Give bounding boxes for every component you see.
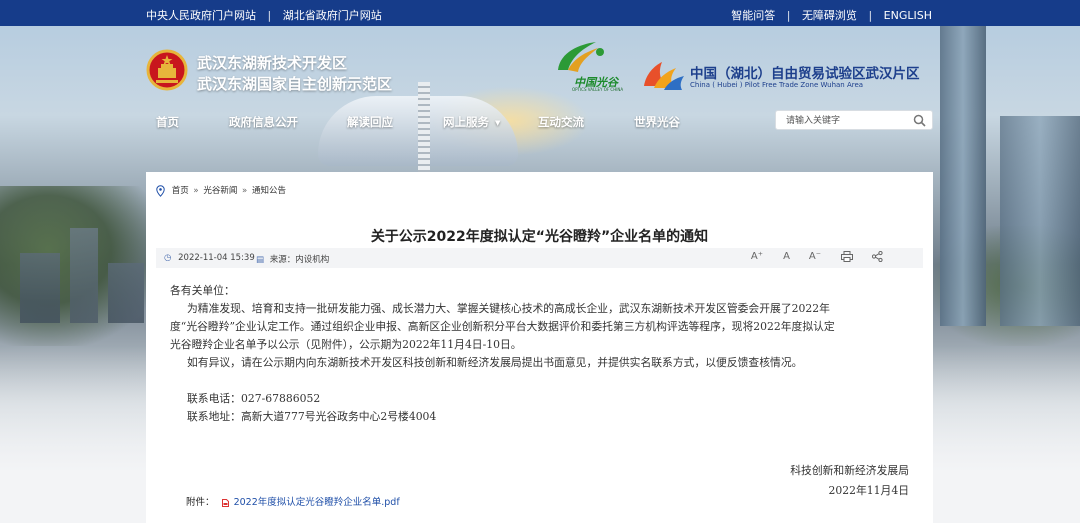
site-title[interactable]: 武汉东湖新技术开发区 武汉东湖国家自主创新示范区 xyxy=(197,53,392,95)
attachment-label: 附件： xyxy=(186,497,215,508)
article-title: 关于公示2022年度拟认定“光谷瞪羚”企业名单的通知 xyxy=(370,229,709,245)
article-source: ▤ 来源：内设机构 xyxy=(256,253,329,265)
article-body: 各有关单位： 为精准发现、培育和支持一批研发能力强、成长潜力大、掌握关键核心技术… xyxy=(170,282,910,426)
publish-date-value: 2022-11-04 15:39 xyxy=(178,253,255,263)
pdf-file-icon xyxy=(221,498,229,507)
paragraph-2: 如有异议，请在公示期内向东湖新技术开发区科技创新和新经济发展局提出书面意见，并提… xyxy=(187,356,803,369)
scenery-building xyxy=(20,253,60,323)
nav-item-online-service-label: 网上服务 xyxy=(443,115,489,129)
contact-address: 联系地址：高新大道777号光谷政务中心2号楼4004 xyxy=(187,410,437,423)
share-icon[interactable] xyxy=(871,250,883,265)
font-normal-button[interactable]: A xyxy=(783,251,790,262)
ftz-subtitle: China ( Hubei ) Pilot Free Trade Zone Wu… xyxy=(690,81,864,89)
print-icon[interactable] xyxy=(841,251,853,265)
paragraph-1-line-3: 光谷瞪羚企业名单予以公示（见附件），公示期为2022年11月4日-10日。 xyxy=(170,338,522,351)
nav-item-home[interactable]: 首页 xyxy=(156,114,179,130)
optics-valley-logo-en: OPTICS VALLEY OF CHINA xyxy=(572,87,624,92)
breadcrumb-news[interactable]: 光谷新闻 xyxy=(203,186,237,196)
breadcrumb-separator: » xyxy=(193,186,199,196)
sign-date: 2022年11月4日 xyxy=(828,484,909,497)
source-value: 内设机构 xyxy=(295,255,330,265)
top-links-right: 智能问答 | 无障碍浏览 | ENGLISH xyxy=(731,7,932,23)
nav-item-world-optics[interactable]: 世界光谷 xyxy=(634,114,680,130)
issuing-org: 科技创新和新经济发展局 xyxy=(790,464,909,477)
paragraph-1-line-1: 为精准发现、培育和支持一批研发能力强、成长潜力大、掌握关键核心技术的高成长企业，… xyxy=(187,302,830,315)
clock-icon: ◷ xyxy=(164,253,172,263)
nav-item-online-service[interactable]: 网上服务 ▼ xyxy=(443,114,500,130)
separator: | xyxy=(868,9,873,22)
article-meta-bar: ◷ 2022-11-04 15:39 ▤ 来源：内设机构 A⁺ A A⁻ xyxy=(156,248,923,268)
link-english[interactable]: ENGLISH xyxy=(884,9,932,22)
article-panel: 首页 » 光谷新闻 » 通知公告 关于公示2022年度拟认定“光谷瞪羚”企业名单… xyxy=(146,172,933,523)
caret-down-icon: ▼ xyxy=(495,118,501,127)
contact-phone: 联系电话：027-67886052 xyxy=(187,392,321,405)
breadcrumb: 首页 » 光谷新闻 » 通知公告 xyxy=(156,184,286,197)
search-input[interactable] xyxy=(786,113,904,128)
national-emblem-icon xyxy=(146,49,188,91)
link-smart-qa[interactable]: 智能问答 xyxy=(731,9,775,22)
optics-valley-logo[interactable]: 中国光谷 OPTICS VALLEY OF CHINA xyxy=(550,40,632,96)
search-icon[interactable] xyxy=(913,114,926,127)
separator: | xyxy=(786,9,791,22)
site-title-line2: 武汉东湖国家自主创新示范区 xyxy=(197,75,393,93)
publish-date: ◷ 2022-11-04 15:39 xyxy=(164,253,255,263)
nav-item-interpretation[interactable]: 解读回应 xyxy=(347,114,393,130)
location-pin-icon xyxy=(156,184,165,197)
ftz-title: 中国（湖北）自由贸易试验区武汉片区 xyxy=(690,66,920,82)
top-links-left: 中央人民政府门户网站 | 湖北省政府门户网站 xyxy=(146,7,382,23)
top-utility-bar: 中央人民政府门户网站 | 湖北省政府门户网站 智能问答 | 无障碍浏览 | EN… xyxy=(0,0,1080,26)
nav-item-interaction[interactable]: 互动交流 xyxy=(538,114,584,130)
attachment: 附件： 2022年度拟认定光谷瞪羚企业名单.pdf xyxy=(186,494,400,508)
scenery-tower xyxy=(1000,116,1080,326)
article-signoff: 科技创新和新经济发展局 2022年11月4日 xyxy=(790,461,909,501)
scenery-building xyxy=(70,228,98,323)
font-increase-button[interactable]: A⁺ xyxy=(751,251,763,262)
salutation: 各有关单位： xyxy=(170,284,235,297)
site-title-line1: 武汉东湖新技术开发区 xyxy=(197,54,348,72)
attachment-link[interactable]: 2022年度拟认定光谷瞪羚企业名单.pdf xyxy=(234,497,400,508)
breadcrumb-notices[interactable]: 通知公告 xyxy=(252,186,286,196)
document-icon: ▤ xyxy=(256,255,265,265)
paragraph-1-line-2: 度“光谷瞪羚”企业认定工作。通过组织企业申报、高新区企业创新积分平台大数据评价和… xyxy=(170,320,835,333)
search-box xyxy=(775,110,933,130)
breadcrumb-home[interactable]: 首页 xyxy=(172,186,189,196)
source-label: 来源： xyxy=(269,255,296,265)
ftz-flame-logo-icon xyxy=(644,62,684,90)
nav-item-gov-info[interactable]: 政府信息公开 xyxy=(229,114,298,130)
font-decrease-button[interactable]: A⁻ xyxy=(809,251,821,262)
scenery-tower xyxy=(940,26,986,326)
link-hubei-gov[interactable]: 湖北省政府门户网站 xyxy=(283,9,382,22)
scenery-light-tower xyxy=(418,82,430,172)
breadcrumb-separator: » xyxy=(242,186,248,196)
scenery-building xyxy=(108,263,144,323)
separator: | xyxy=(267,9,272,22)
link-central-gov[interactable]: 中央人民政府门户网站 xyxy=(146,9,256,22)
link-accessibility[interactable]: 无障碍浏览 xyxy=(802,9,857,22)
